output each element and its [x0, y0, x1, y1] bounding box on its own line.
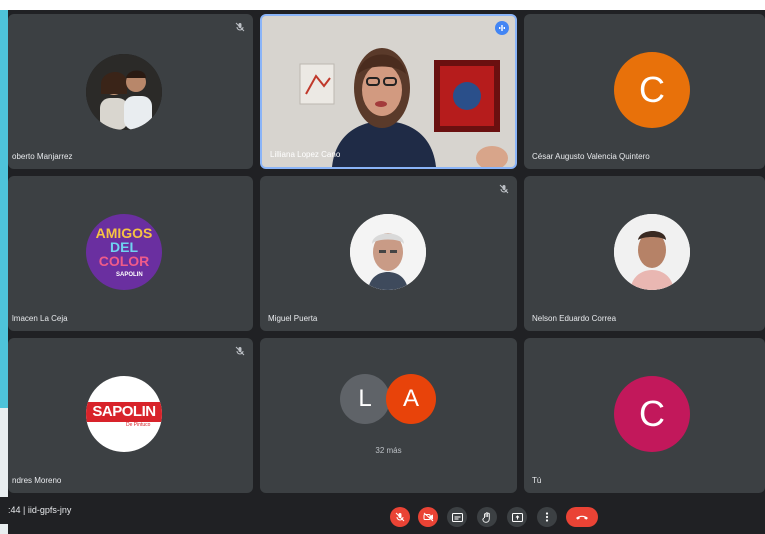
more-participants-tile[interactable]: L A 32 más — [260, 338, 517, 493]
participant-name: Nelson Eduardo Correa — [532, 314, 617, 323]
speaking-indicator-icon — [495, 21, 509, 35]
avatar-letter: L — [340, 374, 390, 424]
present-icon — [511, 512, 523, 522]
meeting-code: :44 | iid-gpfs-jny — [8, 505, 72, 515]
raise-hand-icon — [482, 511, 490, 523]
raise-hand-button[interactable] — [477, 507, 497, 527]
participant-tile-self[interactable]: C Tú — [524, 338, 765, 493]
more-options-button[interactable] — [537, 507, 557, 527]
mic-off-icon — [395, 512, 405, 522]
avatar-letter: C — [614, 376, 690, 452]
captions-button[interactable] — [447, 507, 467, 527]
mic-off-icon — [499, 184, 509, 194]
avatar — [614, 214, 690, 290]
camera-off-icon — [423, 512, 433, 522]
amigos-del-color-logo: AMIGOS DEL COLOR SAPOLIN — [86, 214, 162, 290]
logo-brand: SAPOLIN — [116, 272, 143, 278]
mic-off-button[interactable] — [390, 507, 410, 527]
more-participants-label: 32 más — [375, 446, 402, 455]
hang-up-icon — [576, 515, 588, 520]
mic-off-icon — [235, 22, 245, 32]
participant-name: lmacen La Ceja — [12, 314, 68, 323]
video-feed — [262, 16, 515, 167]
participant-tile[interactable]: oberto Manjarrez — [8, 14, 253, 169]
hang-up-button[interactable] — [566, 507, 598, 527]
mic-off-icon — [235, 346, 245, 356]
captions-icon — [451, 512, 463, 522]
top-frame-strip — [0, 0, 765, 10]
sapolin-logo: SAPOLIN De Pintuco — [86, 376, 162, 452]
logo-sub: De Pintuco — [126, 422, 151, 428]
participant-name: oberto Manjarrez — [12, 152, 73, 161]
participant-name: Miguel Puerta — [268, 314, 318, 323]
participant-name: Tú — [532, 476, 542, 485]
meeting-controls-bar: :44 | iid-gpfs-jny — [0, 497, 765, 524]
avatar — [86, 54, 162, 130]
participant-name: ndres Moreno — [12, 476, 62, 485]
logo-text: SAPOLIN — [92, 403, 156, 420]
logo-line: AMIGOS — [95, 225, 153, 241]
logo-line: COLOR — [98, 253, 150, 269]
present-button[interactable] — [507, 507, 527, 527]
participant-tile[interactable]: AMIGOS DEL COLOR SAPOLIN lmacen La Ceja — [8, 176, 253, 331]
avatar — [350, 214, 426, 290]
avatar-letter: A — [386, 374, 436, 424]
participant-tile[interactable]: Nelson Eduardo Correa — [524, 176, 765, 331]
participant-tile[interactable]: C César Augusto Valencia Quintero — [524, 14, 765, 169]
logo-line: DEL — [110, 239, 138, 255]
more-icon — [545, 512, 549, 522]
participant-name: César Augusto Valencia Quintero — [532, 152, 650, 161]
participant-tile[interactable]: SAPOLIN De Pintuco ndres Moreno — [8, 338, 253, 493]
participant-tile[interactable]: Miguel Puerta — [260, 176, 517, 331]
left-frame-strip — [0, 10, 8, 534]
avatar-letter: C — [614, 52, 690, 128]
participant-name: Lilliana Lopez Cano — [270, 150, 341, 159]
camera-off-button[interactable] — [418, 507, 438, 527]
participant-tile-active-speaker[interactable]: Lilliana Lopez Cano — [260, 14, 517, 169]
